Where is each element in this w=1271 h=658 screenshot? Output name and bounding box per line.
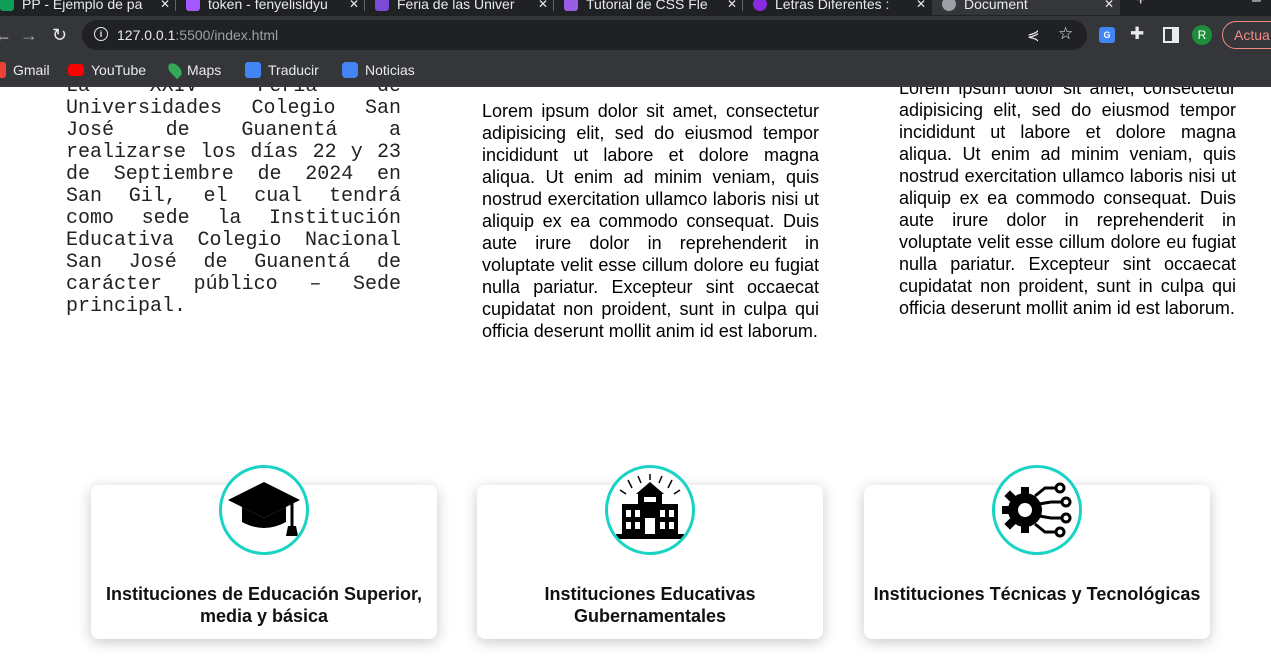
share-icon[interactable]: ⋞ <box>1027 26 1040 44</box>
avatar[interactable]: R <box>1192 25 1212 45</box>
tab-label: Document <box>964 0 1028 12</box>
bookmark-traducir[interactable]: Traducir <box>245 59 319 81</box>
card-title: Instituciones Técnicas y Tecnológicas <box>873 584 1201 604</box>
letters-icon <box>753 0 767 11</box>
bookmark-noticias[interactable]: Noticias <box>342 59 415 81</box>
tab-label: Tutorial de CSS Fle <box>586 0 708 12</box>
forward-icon[interactable]: → <box>20 25 38 45</box>
tab-document[interactable]: Document ✕ <box>932 0 1120 15</box>
globe-icon <box>942 0 956 11</box>
tab-letras[interactable]: Letras Diferentes : ✕ <box>743 0 932 15</box>
window-menu-icon[interactable]: – <box>1252 0 1261 10</box>
lorem-column-middle: Lorem ipsum dolor sit amet, consectetur … <box>482 101 819 341</box>
tab-figma[interactable]: token - fenyelisldyu ✕ <box>176 0 365 15</box>
close-icon[interactable]: ✕ <box>1104 0 1114 11</box>
translate-icon[interactable]: G <box>1099 27 1115 43</box>
tab-feria[interactable]: Feria de las Univer ✕ <box>365 0 554 15</box>
card-title: Instituciones de Educación Superior, med… <box>105 584 423 626</box>
url-text[interactable]: 127.0.0.1:5500/index.html <box>117 27 278 43</box>
bookmark-maps[interactable]: Maps <box>165 59 222 81</box>
translate-icon <box>245 62 261 78</box>
graduation-cap-icon <box>219 465 309 555</box>
tab-css[interactable]: Tutorial de CSS Fle ✕ <box>554 0 743 15</box>
tab-label: PP - Ejemplo de pa <box>22 0 143 12</box>
tab-sheets[interactable]: PP - Ejemplo de pa ✕ <box>0 0 176 15</box>
extensions-icon[interactable]: ✚ <box>1130 24 1144 44</box>
tab-strip: PP - Ejemplo de pa ✕ token - fenyelisldy… <box>0 0 1271 16</box>
back-icon[interactable]: ← <box>0 25 12 45</box>
bookmark-label: YouTube <box>91 62 147 78</box>
bookmark-youtube[interactable]: YouTube <box>68 59 146 81</box>
event-description: La XXIV Feria de Universidades Colegio S… <box>66 87 401 318</box>
bookmark-label: Traducir <box>268 62 319 78</box>
lorem-column-right: Lorem ipsum dolor sit amet, consectetur … <box>899 87 1236 318</box>
bookmark-label: Maps <box>187 62 222 78</box>
address-bar[interactable]: i 127.0.0.1:5500/index.html ⋞ ☆ <box>82 20 1087 50</box>
card-higher-education[interactable]: Instituciones de Educación Superior, med… <box>91 465 437 639</box>
reload-icon[interactable]: ↻ <box>52 25 67 45</box>
new-tab-icon[interactable]: + <box>1136 0 1145 10</box>
close-icon[interactable]: ✕ <box>538 0 548 11</box>
browser-toolbar: ← → ↻ i 127.0.0.1:5500/index.html ⋞ ☆ G … <box>0 16 1271 54</box>
sheets-icon <box>0 0 14 11</box>
page-viewport[interactable]: La XXIV Feria de Universidades Colegio S… <box>0 87 1271 658</box>
government-building-icon <box>605 465 695 555</box>
gear-circuit-icon <box>992 465 1082 555</box>
card-government[interactable]: Instituciones Educativas Gubernamentales <box>477 465 823 639</box>
image-icon <box>375 0 389 11</box>
close-icon[interactable]: ✕ <box>160 0 170 11</box>
maps-icon <box>165 60 185 80</box>
close-icon[interactable]: ✕ <box>916 0 926 11</box>
site-info-icon[interactable]: i <box>94 27 108 41</box>
tab-label: token - fenyelisldyu <box>208 0 328 12</box>
w-icon <box>564 0 578 11</box>
bookmarks-bar: Gmail YouTube Maps Traducir Noticias <box>0 54 1271 87</box>
update-button[interactable]: Actua <box>1222 21 1271 49</box>
side-panel-icon[interactable] <box>1163 27 1179 43</box>
bookmark-label: Gmail <box>13 62 50 78</box>
bookmark-label: Noticias <box>365 62 415 78</box>
card-technical[interactable]: Instituciones Técnicas y Tecnológicas <box>864 465 1210 639</box>
tab-label: Letras Diferentes : <box>775 0 890 12</box>
figma-icon <box>186 0 200 11</box>
bookmark-star-icon[interactable]: ☆ <box>1058 24 1073 44</box>
bookmark-gmail[interactable]: Gmail <box>0 59 50 81</box>
gmail-icon <box>0 62 6 78</box>
card-title: Instituciones Educativas Gubernamentales <box>544 584 756 626</box>
close-icon[interactable]: ✕ <box>349 0 359 11</box>
close-icon[interactable]: ✕ <box>727 0 737 11</box>
youtube-icon <box>68 64 84 76</box>
tab-label: Feria de las Univer <box>397 0 515 12</box>
news-icon <box>342 62 358 78</box>
